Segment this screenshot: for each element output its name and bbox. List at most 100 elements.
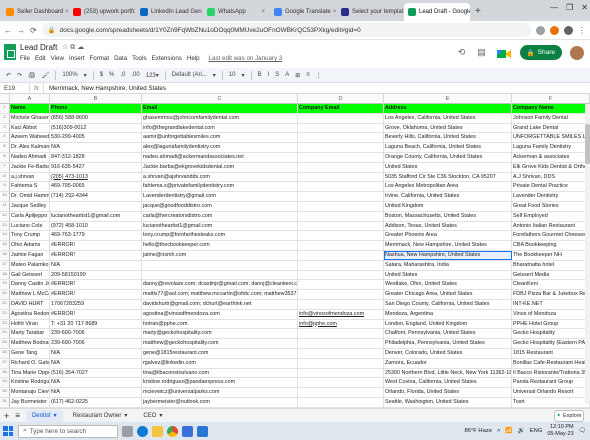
chevron-down-icon[interactable]: ▾ — [159, 412, 162, 419]
chevron-down-icon[interactable]: ▾ — [54, 412, 57, 419]
cell[interactable]: Satara, Maharashtra, India — [384, 260, 512, 270]
row-number[interactable]: 19 — [0, 280, 10, 290]
reload-icon[interactable]: ⟳ — [30, 26, 37, 35]
cell[interactable] — [298, 201, 384, 211]
cell[interactable]: Marty Tarabar — [10, 329, 50, 339]
last-edit-link[interactable]: Last edit was on January 3 — [209, 55, 283, 62]
row-number[interactable]: 23 — [0, 319, 10, 329]
row-number[interactable]: 11 — [0, 201, 10, 211]
cloud-icon[interactable]: ☁ — [77, 44, 86, 51]
weather-text[interactable]: 86°F Haze — [465, 428, 492, 434]
cell[interactable]: Tosrt — [512, 397, 590, 407]
clock[interactable]: 12:10 PM 05-May-23 — [547, 424, 573, 438]
cell[interactable]: Mateo Palamko — [10, 260, 50, 270]
cell[interactable]: 17067283259 — [50, 299, 142, 309]
cell[interactable]: Greater Phoenix Area — [384, 231, 512, 241]
cell[interactable]: Richard O. Galvez — [10, 358, 50, 368]
cell[interactable]: jaybermeister@outlook.com — [142, 397, 298, 407]
cell[interactable]: (516) 354-7027 — [50, 368, 142, 378]
toolbar-item[interactable]: 100% — [62, 72, 77, 78]
cell[interactable] — [298, 388, 384, 397]
cell[interactable]: Bonillas Cafe-Restaurant Healthy — [512, 358, 590, 368]
chrome-icon[interactable] — [167, 425, 178, 437]
toolbar-item[interactable]: ▾ — [84, 72, 87, 79]
cell[interactable] — [298, 172, 384, 182]
cell[interactable]: #ERROR! — [50, 309, 142, 319]
spreadsheet-grid[interactable]: ABCDEF 1 Name Phone Email Company Email Addre… — [0, 94, 590, 408]
menu-item[interactable]: Edit — [35, 55, 46, 62]
toolbar-item[interactable]: .00 — [131, 72, 139, 78]
toolbar-item[interactable]: ▾ — [241, 72, 244, 79]
cell[interactable]: Greater Chicago Area, United States — [384, 290, 512, 299]
cell[interactable]: Danny Castin Jr — [10, 280, 50, 290]
cell[interactable]: T: +31 20 717 8689 — [50, 319, 142, 329]
cell[interactable] — [298, 192, 384, 201]
row-number[interactable]: 31 — [0, 397, 10, 407]
taskbar-search[interactable]: ⌕ Type here to search — [18, 424, 118, 438]
cell[interactable]: tony.crump@forofarthesteaks.com — [142, 231, 298, 241]
cell[interactable]: Mendoza, Argentina — [384, 309, 512, 319]
cell[interactable] — [142, 270, 298, 280]
cell[interactable]: mcievwicz@universalparks.com — [142, 388, 298, 397]
volume-icon[interactable]: 🔊 — [518, 428, 525, 434]
cell[interactable]: PPHE Hotel Group — [512, 319, 590, 329]
cell[interactable]: carla@hercreatorsdistro.com — [142, 211, 298, 221]
toolbar-item[interactable]: ⊞ — [295, 72, 300, 79]
cell[interactable]: Self Employed — [512, 211, 590, 221]
cell[interactable]: Beverly Hills, California, United States — [384, 133, 512, 143]
menu-item[interactable]: Insert — [69, 55, 84, 62]
cell[interactable]: Fahtema S — [10, 182, 50, 192]
cell[interactable]: Jackie Fe-Barba — [10, 162, 50, 172]
cell[interactable]: N/A — [50, 358, 142, 368]
cell[interactable]: 25300 Northern Blvd, Little Neck, New Yo… — [384, 368, 512, 378]
cell[interactable]: Orlando, Florida, United States — [384, 388, 512, 397]
cell[interactable]: Kristine Rodriguez — [10, 378, 50, 388]
cell[interactable]: #ERROR! — [50, 290, 142, 299]
cell[interactable]: lucianotheartist1@gmail.com — [142, 221, 298, 231]
cell[interactable]: Universal Orlando Resort — [512, 388, 590, 397]
chevron-up-icon[interactable]: ˄ — [497, 428, 500, 434]
toolbar-item[interactable]: B — [258, 72, 262, 78]
cell[interactable]: Ackerman & associates — [512, 152, 590, 162]
toolbar-item[interactable]: 🖌 — [42, 72, 50, 79]
column-header[interactable]: F — [512, 94, 590, 104]
row-number[interactable]: 3 — [0, 123, 10, 133]
column-header[interactable]: C — [142, 94, 298, 104]
cell[interactable]: Gecko Hospitality — [512, 329, 590, 339]
cell[interactable]: davidshurtr@gmail.com; dchurt@earthlnk.n… — [142, 299, 298, 309]
cell[interactable]: CleanKeni — [512, 280, 590, 290]
cell[interactable]: Grand Lake Dental — [512, 123, 590, 133]
new-tab-button[interactable]: + — [471, 3, 485, 21]
row-number[interactable]: 24 — [0, 329, 10, 339]
row-number[interactable]: 7 — [0, 162, 10, 172]
cell[interactable] — [298, 152, 384, 162]
cell[interactable] — [298, 397, 384, 407]
cell[interactable]: The Bookkeeper NH — [512, 250, 590, 260]
cell[interactable]: Elk Grove Kids Dentist & Orthodo — [512, 162, 590, 172]
row-number[interactable]: 12 — [0, 211, 10, 221]
cell[interactable]: 239-690-7006 — [50, 339, 142, 348]
row-number[interactable]: 28 — [0, 368, 10, 378]
cell[interactable]: mattlv77@aol.com; matthew.mccartin@ofdic… — [142, 290, 298, 299]
menu-item[interactable]: Format — [89, 55, 109, 62]
cell[interactable] — [298, 133, 384, 143]
column-header[interactable]: E — [384, 94, 512, 104]
cell[interactable]: 847-312-1828 — [50, 152, 142, 162]
cell[interactable]: Johnson Family Dental — [512, 113, 590, 123]
cell[interactable]: Matthew Bodnar — [10, 339, 50, 348]
cell[interactable]: rgalvez@linkedin.com — [142, 358, 298, 368]
cell[interactable]: Matthew L McCarti — [10, 290, 50, 299]
cell[interactable]: INT-KE.NET — [512, 299, 590, 309]
cell[interactable] — [298, 260, 384, 270]
task-view-icon[interactable] — [122, 425, 133, 437]
row-number[interactable]: 9 — [0, 182, 10, 192]
cell[interactable]: Phone — [50, 104, 142, 113]
menu-item[interactable]: Help — [187, 55, 200, 62]
sheet-tab[interactable]: Restaurant Owner ▾ — [67, 410, 134, 422]
cell[interactable] — [298, 113, 384, 123]
cell[interactable]: United Kingdom — [384, 201, 512, 211]
sheet-tab[interactable]: CEO ▾ — [137, 410, 168, 422]
cell[interactable]: Company Name — [512, 104, 590, 113]
cell[interactable] — [298, 250, 384, 260]
cell[interactable]: (714) 292-4344 — [50, 192, 142, 201]
